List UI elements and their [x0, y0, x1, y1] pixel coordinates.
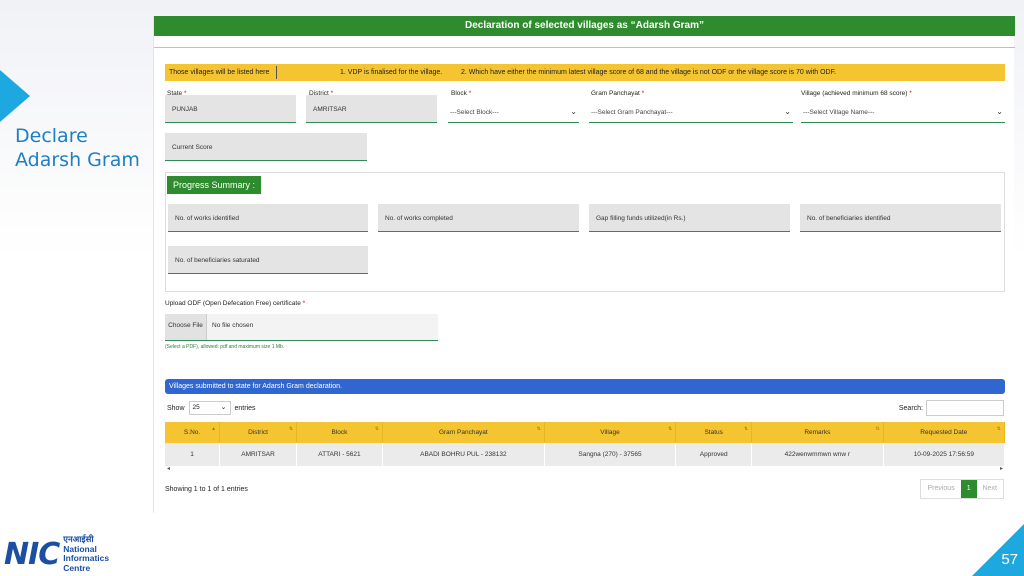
chevron-down-icon: ⌄	[784, 107, 791, 116]
left-triangle-decoration	[0, 70, 30, 122]
search-input[interactable]	[926, 400, 1004, 416]
entries-select[interactable]: 25 ⌄	[188, 401, 231, 415]
column-header[interactable]: District ⇅	[219, 422, 297, 443]
sort-icon: ▲	[211, 426, 217, 432]
slide: Declare Adarsh Gram Declaration of selec…	[0, 0, 1024, 576]
upload-field[interactable]: Choose File No file chosen	[165, 314, 438, 341]
pagination: Previous 1 Next	[920, 479, 1004, 499]
show-entries: Show 25 ⌄ entries	[167, 401, 256, 415]
table-cell: 10-09-2025 17:56:59	[883, 443, 1006, 466]
entries-select-value: 25	[192, 404, 200, 411]
nic-logo-text: एनआईसी National Informatics Centre	[63, 534, 109, 573]
sort-icon: ⇅	[996, 426, 1001, 432]
column-header[interactable]: Block ⇅	[296, 422, 383, 443]
sort-icon: ⇅	[743, 426, 749, 432]
nic-logo-mark: NIC	[4, 536, 60, 572]
table-cell: Sangna (270) - 37565	[544, 443, 677, 466]
column-header[interactable]: S.No. ▲	[165, 422, 221, 443]
table-cell: ABADI BOHRU PUL - 238132	[382, 443, 545, 466]
upload-label: Upload ODF (Open Defecation Free) certif…	[165, 300, 306, 307]
info-point-1: 1. VDP is finalised for the village.	[340, 69, 443, 76]
progress-summary-box	[165, 172, 1005, 292]
scroll-left-icon[interactable]: ◂	[167, 465, 170, 472]
block-select[interactable]: ---Select Block--- ⌄	[448, 101, 579, 123]
villages-title-bar: Villages submitted to state for Adarsh G…	[165, 379, 1005, 394]
table-cell: 1	[165, 443, 221, 466]
progress-summary-title: Progress Summary :	[167, 176, 262, 194]
sort-icon: ⇅	[668, 426, 673, 432]
state-field[interactable]: PUNJAB	[165, 95, 296, 123]
works-identified-field[interactable]: No. of works identified	[168, 204, 368, 232]
current-score-field[interactable]: Current Score	[165, 133, 367, 161]
villages-table: S.No. ▲ District ⇅ Block ⇅ Gram Panchayat ⇅ …	[165, 422, 1006, 466]
block-label: Block *	[451, 90, 472, 97]
column-header[interactable]: Status ⇅	[675, 422, 753, 443]
nic-logo: NIC एनआईसी National Informatics Centre	[4, 534, 109, 573]
upload-hint: (Select a PDF), allowed: pdf and maximum…	[165, 344, 285, 350]
previous-button[interactable]: Previous	[921, 480, 960, 498]
block-select-value: ---Select Block---	[450, 109, 499, 116]
column-header[interactable]: Village ⇅	[544, 422, 677, 443]
form-panel: Declaration of selected villages as “Ada…	[153, 16, 1015, 513]
info-separator	[276, 66, 277, 79]
page-number: 57	[1001, 551, 1018, 568]
chevron-down-icon: ⌄	[570, 107, 577, 116]
file-status: No file chosen	[212, 322, 254, 329]
chevron-down-icon: ⌄	[220, 404, 227, 411]
chevron-down-icon: ⌄	[996, 107, 1003, 116]
scroll-right-icon[interactable]: ▸	[1000, 465, 1003, 472]
choose-file-button[interactable]: Choose File	[165, 314, 207, 340]
table-cell: ATTARI - 5621	[296, 443, 383, 466]
sort-icon: ⇅	[374, 426, 379, 432]
gram-panchayat-select[interactable]: ---Select Gram Panchayat--- ⌄	[589, 101, 793, 123]
works-completed-field[interactable]: No. of works completed	[378, 204, 579, 232]
beneficiaries-saturated-field[interactable]: No. of beneficiaries saturated	[168, 246, 368, 274]
sort-icon: ⇅	[875, 426, 880, 432]
gram-panchayat-label: Gram Panchayat *	[591, 90, 645, 97]
corner-triangle-decoration	[972, 524, 1024, 576]
gram-panchayat-select-value: ---Select Gram Panchayat---	[591, 109, 673, 116]
column-header[interactable]: Remarks ⇅	[751, 422, 884, 443]
district-field[interactable]: AMRITSAR	[306, 95, 437, 123]
column-header[interactable]: Requested Date ⇅	[883, 422, 1006, 443]
sort-icon: ⇅	[536, 426, 541, 432]
entries-summary: Showing 1 to 1 of 1 entries	[165, 486, 248, 493]
show-label: Show	[167, 404, 185, 412]
info-bar: Those villages will be listed here 1. VD…	[165, 64, 1005, 81]
beneficiaries-identified-field[interactable]: No. of beneficiaries identified	[800, 204, 1001, 232]
next-button[interactable]: Next	[977, 480, 1003, 498]
table-cell: 422wenwmmwn wnw r	[751, 443, 884, 466]
form-header: Declaration of selected villages as “Ada…	[154, 16, 1015, 36]
table-header-row: S.No. ▲ District ⇅ Block ⇅ Gram Panchayat ⇅ …	[165, 422, 1006, 443]
village-select-value: ---Select Village Name---	[803, 109, 875, 116]
nic-line-3: Centre	[63, 562, 91, 573]
search-label: Search:	[898, 404, 923, 412]
sort-icon: ⇅	[288, 426, 293, 432]
entries-label: entries	[234, 404, 256, 412]
info-label: Those villages will be listed here	[169, 69, 270, 76]
slide-title: Declare Adarsh Gram	[15, 125, 140, 171]
header-divider	[154, 47, 1015, 48]
table-cell: Approved	[675, 443, 753, 466]
page-1-button[interactable]: 1	[960, 480, 977, 498]
horizontal-scrollbar[interactable]: ◂ ▸	[165, 465, 1005, 475]
column-header[interactable]: Gram Panchayat ⇅	[382, 422, 545, 443]
gap-funds-field[interactable]: Gap filling funds utilized(in Rs.)	[589, 204, 790, 232]
table-cell: AMRITSAR	[219, 443, 297, 466]
table-row: 1 AMRITSAR ATTARI - 5621 ABADI BOHRU PUL…	[165, 443, 1006, 466]
village-select[interactable]: ---Select Village Name--- ⌄	[801, 101, 1005, 123]
village-label: Village (achieved minimum 68 score) *	[801, 90, 912, 97]
search-row: Search:	[899, 400, 1004, 416]
info-point-2: 2. Which have either the minimum latest …	[461, 69, 837, 76]
